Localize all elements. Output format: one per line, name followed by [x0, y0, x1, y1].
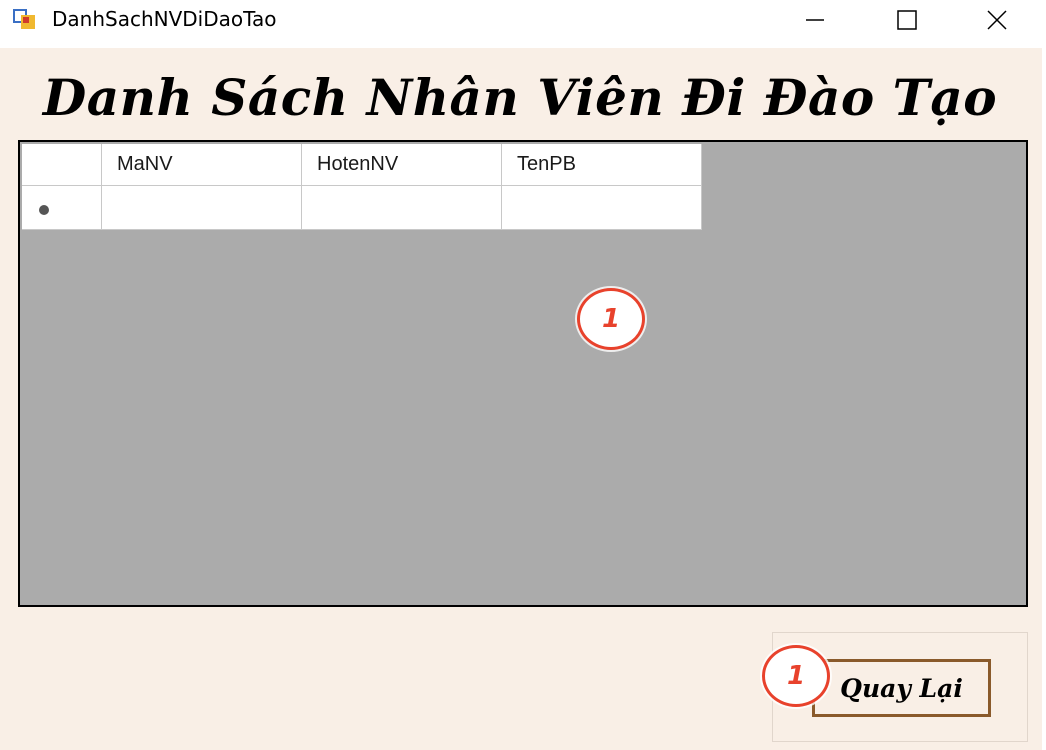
title-bar[interactable]: DanhSachNVDiDaoTao — [0, 0, 1046, 48]
column-header-tenpb[interactable]: TenPB — [502, 144, 702, 186]
cell-tenpb[interactable] — [502, 186, 702, 230]
annotation-number: 1 — [786, 661, 806, 691]
column-header-label: MaNV — [117, 153, 173, 175]
maximize-icon — [897, 10, 917, 30]
cell-hotennv[interactable] — [302, 186, 502, 230]
window-title: DanhSachNVDiDaoTao — [52, 7, 277, 31]
row-header[interactable] — [22, 186, 102, 230]
column-header-hotennv[interactable]: HotenNV — [302, 144, 502, 186]
app-form-icon — [13, 9, 35, 29]
annotation-marker-grid: 1 — [577, 288, 645, 350]
table-row[interactable] — [22, 186, 702, 230]
column-header-label: TenPB — [517, 153, 576, 175]
back-button[interactable]: Quay Lại — [812, 659, 991, 717]
close-icon — [987, 10, 1007, 30]
annotation-number: 1 — [601, 304, 621, 334]
annotation-marker-button: 1 — [762, 645, 830, 707]
cell-manv[interactable] — [102, 186, 302, 230]
close-button[interactable] — [962, 0, 1032, 40]
column-header-label: HotenNV — [317, 153, 399, 175]
window-edge — [1042, 0, 1046, 750]
grid-corner-header[interactable] — [22, 144, 102, 186]
column-header-manv[interactable]: MaNV — [102, 144, 302, 186]
employee-data-grid[interactable]: MaNV HotenNV TenPB — [18, 140, 1028, 607]
grid-header-row: MaNV HotenNV TenPB — [22, 144, 702, 186]
page-title: Danh Sách Nhân Viên Đi Đào Tạo — [42, 68, 998, 127]
form-window: DanhSachNVDiDaoTao Danh Sách Nhân Viên Đ… — [0, 0, 1046, 750]
minimize-button[interactable] — [780, 0, 850, 40]
row-pointer-icon — [39, 205, 49, 215]
maximize-button[interactable] — [872, 0, 942, 40]
minimize-icon — [806, 19, 824, 21]
